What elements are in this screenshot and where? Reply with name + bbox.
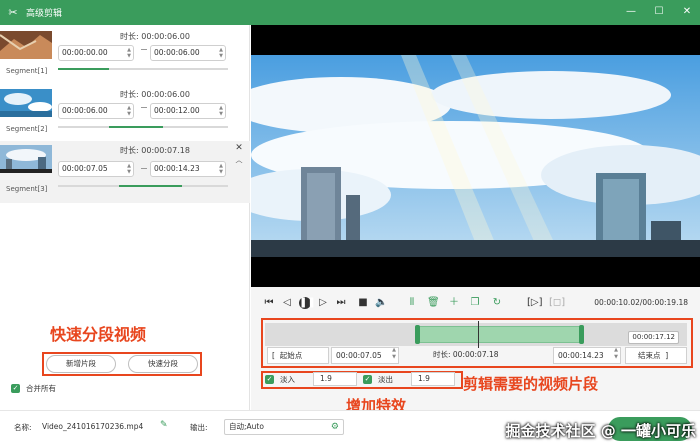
add-icon[interactable]: ＋ xyxy=(448,297,460,309)
maximize-icon[interactable]: ☐ xyxy=(652,5,666,19)
video-frame xyxy=(231,25,700,287)
end-time-field[interactable]: 00:00:14.23 ▲ ▼ xyxy=(553,347,621,364)
step-forward-icon[interactable]: ▷ xyxy=(317,297,329,309)
segment-label: Segment[3] xyxy=(6,185,48,193)
settings-gear-icon[interactable]: ⚙ xyxy=(331,420,339,434)
skip-to-end-icon[interactable]: ⏭ xyxy=(335,297,347,309)
playhead-tooltip: 00:00:17.12 xyxy=(628,331,679,344)
move-segment-icon[interactable]: ︿ xyxy=(234,155,244,165)
annotation-clip-needed: 剪辑需要的视频片段 xyxy=(463,375,599,393)
checkbox-checked-icon[interactable]: ✓ xyxy=(363,375,372,384)
segment-item[interactable]: Segment[2] 时长: 00:00:06.00 00:00:06.00 ▲ ▼… xyxy=(0,85,250,143)
fade-in-label: 淡入 xyxy=(280,375,295,384)
pause-icon[interactable]: ❚❚ xyxy=(299,297,316,309)
reset-icon[interactable]: ↻ xyxy=(491,297,503,309)
minimize-icon[interactable]: — xyxy=(624,5,638,19)
set-start-button[interactable]: [ 起始点 xyxy=(267,347,329,364)
mark-out-icon[interactable]: [◻] xyxy=(549,297,565,309)
segment-end-field[interactable]: 00:00:14.23 ▲ ▼ xyxy=(150,161,226,177)
segment-start-field[interactable]: 00:00:06.00 ▲ ▼ xyxy=(58,103,134,119)
segment-start-field[interactable]: 00:00:00.00 ▲ ▼ xyxy=(58,45,134,61)
set-end-button[interactable]: 结束点 ] xyxy=(625,347,687,364)
window-title: 高级剪辑 xyxy=(26,9,63,19)
segment-progress-fill xyxy=(109,126,164,128)
mark-in-icon[interactable]: [▷] xyxy=(527,297,543,309)
segment-thumbnail xyxy=(0,31,52,59)
segment-panel: Segment[1] 时长: 00:00:06.00 00:00:00.00 ▲ ▼… xyxy=(0,25,250,410)
output-filename: Video_241016170236.mp4 xyxy=(42,422,144,431)
player-controls: ⏮ ◁ ❚❚ ▷ ⏭ ■ 🔈 ⫴ 🗑 ＋ ❐ ↻ [▷] [◻] 00:00:1… xyxy=(251,287,700,415)
merge-all-option[interactable]: ✓ 合并所有 xyxy=(11,383,56,394)
edit-name-icon[interactable]: ✎ xyxy=(160,420,168,430)
stepper-icon: ▲ ▼ xyxy=(127,163,131,175)
selection-duration: 时长: 00:00:07.18 xyxy=(433,350,499,359)
segment-thumbnail xyxy=(0,89,52,117)
segment-end-field[interactable]: 00:00:06.00 ▲ ▼ xyxy=(150,45,226,61)
segment-progress xyxy=(58,68,228,70)
video-preview[interactable] xyxy=(231,25,700,287)
segment-duration: 时长: 00:00:06.00 xyxy=(120,90,190,99)
title-bar: ✂ 高级剪辑 — ☐ ✕ xyxy=(0,0,700,25)
segment-duration: 时长: 00:00:07.18 xyxy=(120,146,190,155)
segment-duration: 时长: 00:00:06.00 xyxy=(120,32,190,41)
timeline-track[interactable]: 00:00:17.12 xyxy=(265,321,687,348)
start-time-field[interactable]: 00:00:07.05 ▲ ▼ xyxy=(331,347,399,364)
quick-split-button[interactable]: 快速分段 xyxy=(128,355,198,373)
delete-icon[interactable]: 🗑 xyxy=(427,297,440,309)
range-separator xyxy=(141,49,147,50)
add-segment-button[interactable]: 新增片段 xyxy=(46,355,116,373)
stepper-icon: ▲ ▼ xyxy=(219,163,223,175)
segment-label: Segment[1] xyxy=(6,67,48,75)
stepper-icon: ▲ ▼ xyxy=(219,47,223,59)
close-icon[interactable]: ✕ xyxy=(680,5,694,19)
timeline-selection[interactable] xyxy=(417,326,583,343)
stepper-icon: ▲ ▼ xyxy=(127,105,131,117)
annotation-quick-split: 快速分段视频 xyxy=(50,325,147,344)
segment-progress xyxy=(58,185,228,187)
playback-timecode: 00:00:10.02/00:00:19.18 xyxy=(594,298,688,307)
stepper-icon: ▲ ▼ xyxy=(219,105,223,117)
stop-icon[interactable]: ■ xyxy=(357,297,369,309)
watermark: 掘金技术社区 @ 一罐小可乐 xyxy=(505,422,696,440)
segment-label: Segment[2] xyxy=(6,125,48,133)
checkbox-checked-icon[interactable]: ✓ xyxy=(11,384,20,393)
range-separator xyxy=(141,168,147,169)
app-logo-icon: ✂ xyxy=(8,5,18,19)
segment-thumbnail xyxy=(0,145,52,173)
copy-icon[interactable]: ❐ xyxy=(469,297,481,309)
merge-all-label: 合并所有 xyxy=(26,384,56,393)
step-back-icon[interactable]: ◁ xyxy=(281,297,293,309)
segment-progress-fill xyxy=(58,68,109,70)
output-path-field[interactable]: 自动;Auto ⚙ xyxy=(224,419,344,435)
selection-start-handle[interactable] xyxy=(415,325,420,344)
playhead[interactable] xyxy=(478,321,479,348)
fade-in-input[interactable]: 1.9 xyxy=(313,372,357,386)
stepper-icon: ▲ ▼ xyxy=(127,47,131,59)
segment-start-field[interactable]: 00:00:07.05 ▲ ▼ xyxy=(58,161,134,177)
selection-end-handle[interactable] xyxy=(579,325,584,344)
checkbox-checked-icon[interactable]: ✓ xyxy=(265,375,274,384)
segment-progress-fill xyxy=(119,185,183,187)
segment-item[interactable]: Segment[3] 时长: 00:00:07.18 ✕ ︿ 00:00:07.… xyxy=(0,141,250,203)
segment-end-field[interactable]: 00:00:12.00 ▲ ▼ xyxy=(150,103,226,119)
skip-to-start-icon[interactable]: ⏮ xyxy=(263,297,275,309)
segment-progress xyxy=(58,126,228,128)
fade-out-label: 淡出 xyxy=(378,375,393,384)
volume-icon[interactable]: 🔈 xyxy=(375,297,387,309)
split-icon[interactable]: ⫴ xyxy=(406,297,418,309)
output-label: 输出: xyxy=(190,423,208,432)
fade-in-option[interactable]: ✓ 淡入 xyxy=(265,374,295,385)
range-separator xyxy=(141,107,147,108)
remove-segment-icon[interactable]: ✕ xyxy=(234,143,244,153)
fade-out-option[interactable]: ✓ 淡出 xyxy=(363,374,393,385)
fade-out-input[interactable]: 1.9 xyxy=(411,372,455,386)
segment-item[interactable]: Segment[1] 时长: 00:00:06.00 00:00:00.00 ▲ ▼… xyxy=(0,27,250,85)
name-label: 名称: xyxy=(14,423,32,432)
